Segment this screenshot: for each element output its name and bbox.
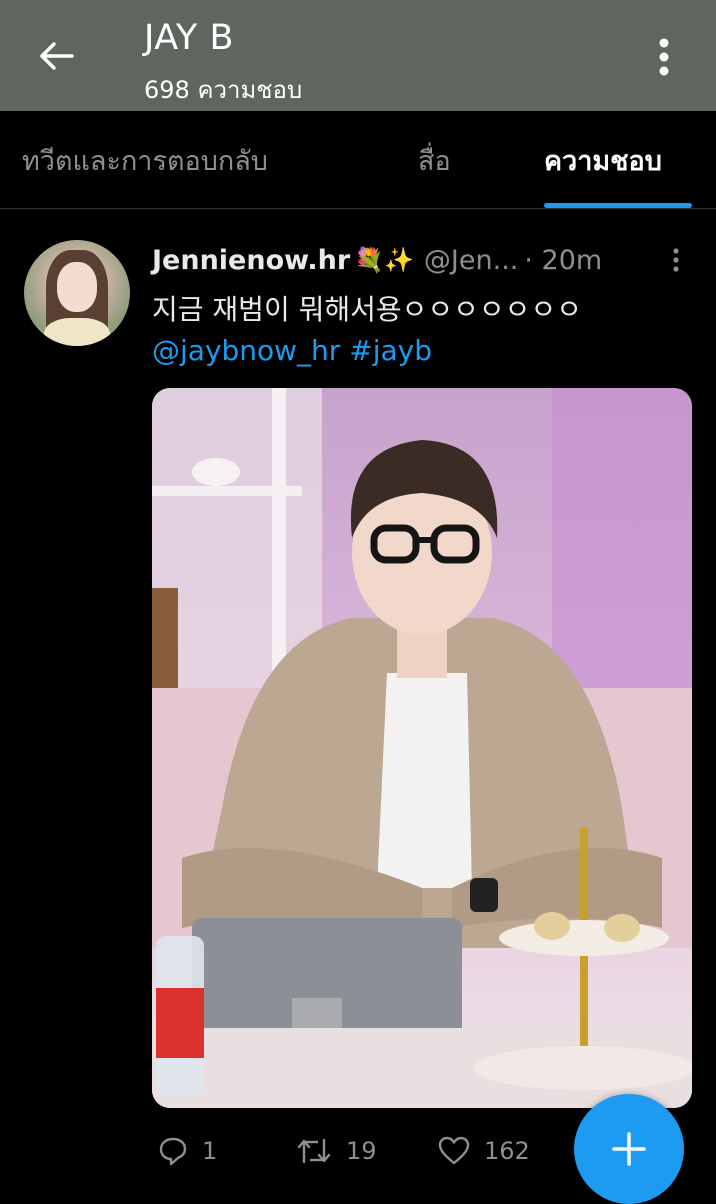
- plus-icon: [612, 1132, 646, 1166]
- retweet-button[interactable]: 19: [296, 1128, 377, 1174]
- handle-ellipsis: ...: [492, 244, 519, 276]
- back-button[interactable]: [26, 28, 86, 84]
- tweet-links: @jaybnow_hr #jayb: [152, 334, 432, 367]
- tweet-photo[interactable]: [152, 388, 692, 1108]
- tweet-text: 지금 재범이 뭐해서용ㅇㅇㅇㅇㅇㅇㅇ: [152, 293, 582, 326]
- retweet-icon: [297, 1138, 331, 1164]
- arrow-left-icon: [40, 42, 74, 70]
- tab-likes[interactable]: ความชอบ: [544, 111, 662, 209]
- more-vertical-icon: [673, 248, 679, 272]
- avatar-body: [44, 318, 110, 346]
- mention-link[interactable]: @jaybnow_hr: [152, 334, 340, 367]
- likes-count-subtitle: 698 ความชอบ: [144, 76, 303, 104]
- reply-icon: [159, 1137, 187, 1166]
- tweet-card[interactable]: Jennienow.hr 💐✨ @Jen ... · 20m 지금 재범이 뭐해…: [0, 210, 716, 1200]
- retweet-count: 19: [346, 1137, 377, 1165]
- top-app-bar: JAY B 698 ความชอบ: [0, 0, 716, 111]
- compose-tweet-button[interactable]: [574, 1094, 684, 1204]
- page-title: JAY B: [144, 18, 234, 58]
- heart-icon: [438, 1136, 470, 1165]
- reply-button[interactable]: 1: [158, 1128, 217, 1174]
- like-count: 162: [484, 1137, 530, 1165]
- hashtag-link[interactable]: #jayb: [349, 334, 432, 367]
- tab-media[interactable]: สื่อ: [418, 111, 451, 209]
- tweet-actions: 1 19 162: [152, 1128, 572, 1174]
- reply-count: 1: [202, 1137, 218, 1165]
- active-tab-indicator: [544, 203, 692, 208]
- user-handle[interactable]: @Jen: [424, 245, 493, 276]
- tab-tweets-and-replies[interactable]: ทวีตและการตอบกลับ: [22, 111, 268, 209]
- profile-tabs: ทวีตและการตอบกลับ สื่อ ความชอบ: [0, 111, 716, 209]
- tweet-header: Jennienow.hr 💐✨ @Jen ... · 20m: [152, 240, 692, 280]
- photo-illustration: [152, 388, 692, 1108]
- name-emojis: 💐✨: [354, 246, 414, 274]
- more-options-button[interactable]: [640, 30, 688, 84]
- more-vertical-icon: [659, 38, 669, 76]
- avatar[interactable]: [24, 240, 130, 346]
- tweet-options-button[interactable]: [664, 244, 688, 276]
- tweet-timestamp: · 20m: [524, 244, 603, 276]
- avatar-face: [57, 262, 97, 312]
- display-name[interactable]: Jennienow.hr: [152, 245, 350, 276]
- like-button[interactable]: 162: [438, 1128, 530, 1174]
